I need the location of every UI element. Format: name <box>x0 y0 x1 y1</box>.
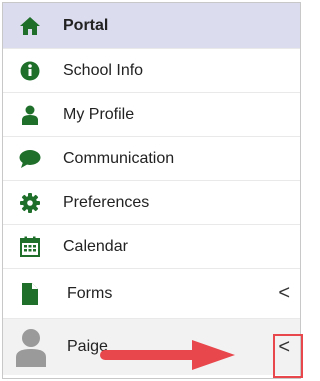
sidebar-item-school-info[interactable]: School Info <box>3 49 300 93</box>
gear-icon <box>19 192 41 214</box>
sidebar-item-label: Preferences <box>63 193 150 211</box>
sidebar-item-label: Communication <box>63 149 175 167</box>
sidebar-item-calendar[interactable]: Calendar <box>3 225 300 269</box>
chat-bubble-icon <box>19 148 41 170</box>
sidebar-item-portal[interactable]: Portal <box>3 3 300 49</box>
sidebar-item-label: School Info <box>63 61 144 79</box>
home-icon <box>19 15 41 37</box>
calendar-icon <box>19 236 41 258</box>
sidebar-menu: Portal School Info My Profile Communicat… <box>3 3 300 375</box>
sidebar-item-forms[interactable]: Forms < <box>3 269 300 319</box>
arrow-right-icon <box>100 340 235 370</box>
sidebar-item-preferences[interactable]: Preferences <box>3 181 300 225</box>
sidebar-item-label: Forms <box>67 284 113 302</box>
chevron-left-icon[interactable]: < <box>278 282 290 305</box>
sidebar-item-label: My Profile <box>63 105 135 123</box>
sidebar-item-my-profile[interactable]: My Profile <box>3 93 300 137</box>
sidebar-item-label: Portal <box>63 16 109 34</box>
highlight-box <box>273 334 303 378</box>
document-icon <box>19 282 41 305</box>
user-icon <box>19 104 41 126</box>
info-circle-icon <box>19 60 41 82</box>
sidebar-item-label: Calendar <box>63 237 128 255</box>
avatar-icon <box>13 327 49 367</box>
sidebar-frame: Portal School Info My Profile Communicat… <box>2 2 301 379</box>
sidebar-item-communication[interactable]: Communication <box>3 137 300 181</box>
